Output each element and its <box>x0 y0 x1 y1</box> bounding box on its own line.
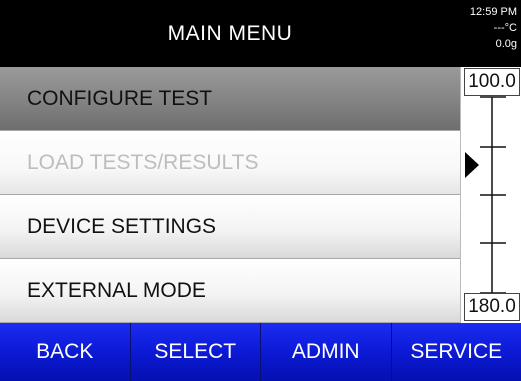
scroll-gauge[interactable]: 100.0 180.0 <box>460 67 521 323</box>
menu-item-load-tests-results[interactable]: LOAD TESTS/RESULTS <box>0 131 460 195</box>
footer-button-bar: BACK SELECT ADMIN SERVICE <box>0 323 521 381</box>
menu-item-external-mode[interactable]: EXTERNAL MODE <box>0 259 460 323</box>
clock-text: 12:59 PM <box>469 6 517 18</box>
service-button-label: SERVICE <box>410 340 503 363</box>
main-menu-list: CONFIGURE TEST LOAD TESTS/RESULTS DEVICE… <box>0 67 460 323</box>
menu-item-device-settings[interactable]: DEVICE SETTINGS <box>0 195 460 259</box>
page-title: MAIN MENU <box>167 21 293 45</box>
service-button[interactable]: SERVICE <box>392 323 521 381</box>
gauge-pointer-icon <box>465 152 479 178</box>
gauge-bottom-label: 180.0 <box>464 293 520 321</box>
status-area: 12:59 PM ---°C 0.0g <box>470 4 517 52</box>
temperature-readout: ---°C <box>493 22 517 34</box>
menu-item-label: CONFIGURE TEST <box>27 86 213 110</box>
header-bar: MAIN MENU 12:59 PM ---°C 0.0g <box>0 0 521 67</box>
back-button-label: BACK <box>36 340 94 363</box>
menu-item-label: DEVICE SETTINGS <box>27 214 217 238</box>
back-button[interactable]: BACK <box>0 323 131 381</box>
select-button-label: SELECT <box>154 340 237 363</box>
admin-button-label: ADMIN <box>291 340 360 363</box>
menu-item-label: EXTERNAL MODE <box>27 278 206 302</box>
weight-readout: 0.0g <box>495 38 517 50</box>
admin-button[interactable]: ADMIN <box>261 323 392 381</box>
gauge-scale <box>465 96 506 294</box>
menu-item-configure-test[interactable]: CONFIGURE TEST <box>0 67 460 131</box>
menu-item-label: LOAD TESTS/RESULTS <box>27 150 259 174</box>
select-button[interactable]: SELECT <box>131 323 261 381</box>
